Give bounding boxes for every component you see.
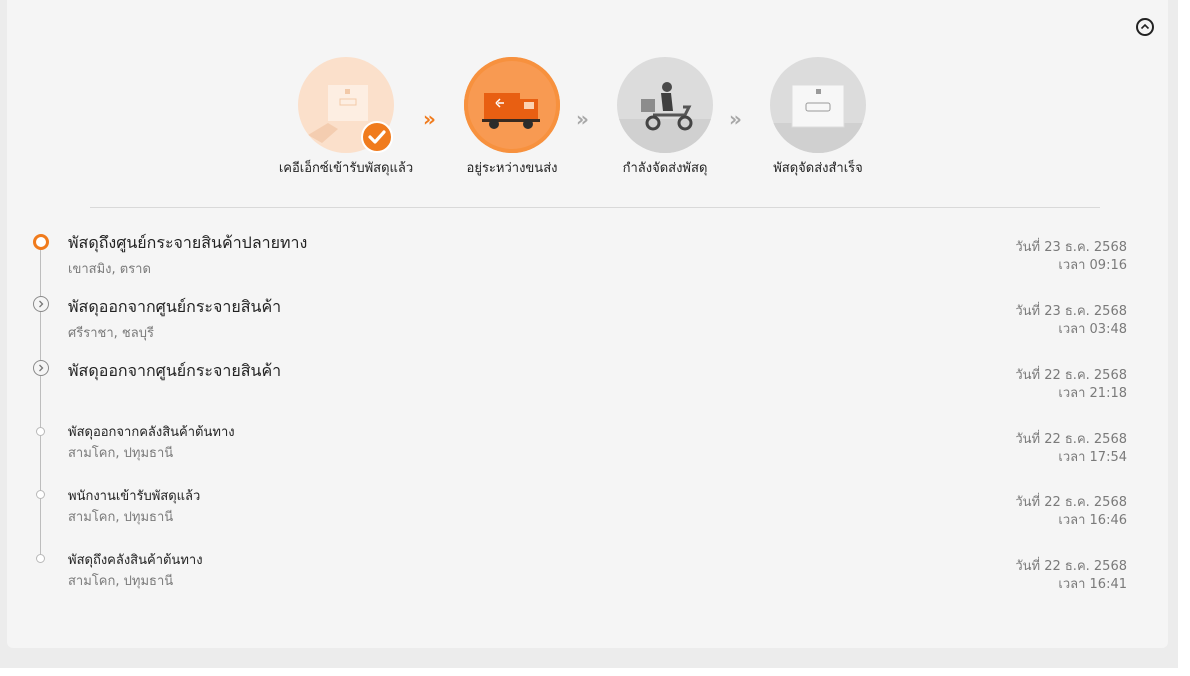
event-title: พัสดุถึงศูนย์กระจายสินค้าปลายทาง xyxy=(68,233,308,252)
event-title: พนักงานเข้ารับพัสดุแล้ว xyxy=(68,489,201,504)
delivered-box-icon xyxy=(770,57,866,153)
current-status-marker xyxy=(33,234,49,250)
step-out-for-delivery: กำลังจัดส่งพัสดุ xyxy=(590,57,740,178)
divider xyxy=(90,207,1100,208)
timeline-dot xyxy=(36,427,45,436)
delivery-scooter-icon xyxy=(617,57,713,153)
event-time: เวลา 03:48 xyxy=(1058,322,1127,337)
step-in-transit: อยู่ระหว่างขนส่ง xyxy=(437,57,587,178)
event-time: เวลา 17:54 xyxy=(1058,450,1127,465)
chevron-double-right-icon: » xyxy=(729,107,742,131)
step-label: เคอีเอ็กซ์เข้ารับพัสดุแล้ว xyxy=(278,161,414,176)
step-label: พัสดุจัดส่งสำเร็จ xyxy=(773,161,863,176)
event-location: สามโคก, ปทุมธานี xyxy=(68,574,174,589)
chevron-right-circle-icon xyxy=(33,296,49,312)
event-location: เขาสมิง, ตราด xyxy=(68,262,151,277)
delivery-truck-icon xyxy=(464,57,560,153)
step-delivered: พัสดุจัดส่งสำเร็จ xyxy=(743,57,893,178)
timeline-dot xyxy=(36,554,45,563)
step-picked-up: เคอีเอ็กซ์เข้ารับพัสดุแล้ว xyxy=(271,57,421,178)
step-label: กำลังจัดส่งพัสดุ xyxy=(622,161,708,176)
event-time: เวลา 16:41 xyxy=(1058,577,1127,592)
page-footer-gap xyxy=(0,668,1190,676)
chevron-up-circle-icon[interactable] xyxy=(1136,18,1154,36)
event-time: เวลา 09:16 xyxy=(1058,258,1127,273)
timeline-line xyxy=(40,243,41,561)
event-title: พัสดุออกจากศูนย์กระจายสินค้า xyxy=(68,297,282,316)
tracking-card: เคอีเอ็กซ์เข้ารับพัสดุแล้ว » อยู่ระหว่าง… xyxy=(7,0,1168,648)
chevron-double-right-icon: » xyxy=(576,107,589,131)
event-title: พัสดุออกจากศูนย์กระจายสินค้า xyxy=(68,361,282,380)
event-title: พัสดุถึงคลังสินค้าต้นทาง xyxy=(68,553,203,568)
scrollbar-track[interactable] xyxy=(1178,0,1190,668)
event-location: สามโคก, ปทุมธานี xyxy=(68,510,174,525)
event-title: พัสดุออกจากคลังสินค้าต้นทาง xyxy=(68,425,235,440)
event-location: ศรีราชา, ชลบุรี xyxy=(68,326,154,341)
timeline-dot xyxy=(36,490,45,499)
step-label: อยู่ระหว่างขนส่ง xyxy=(466,161,558,176)
check-icon xyxy=(361,121,393,153)
chevron-right-circle-icon xyxy=(33,360,49,376)
chevron-double-right-icon: » xyxy=(423,107,436,131)
event-time: เวลา 21:18 xyxy=(1058,386,1127,401)
event-location: สามโคก, ปทุมธานี xyxy=(68,446,174,461)
event-time: เวลา 16:46 xyxy=(1058,513,1127,528)
